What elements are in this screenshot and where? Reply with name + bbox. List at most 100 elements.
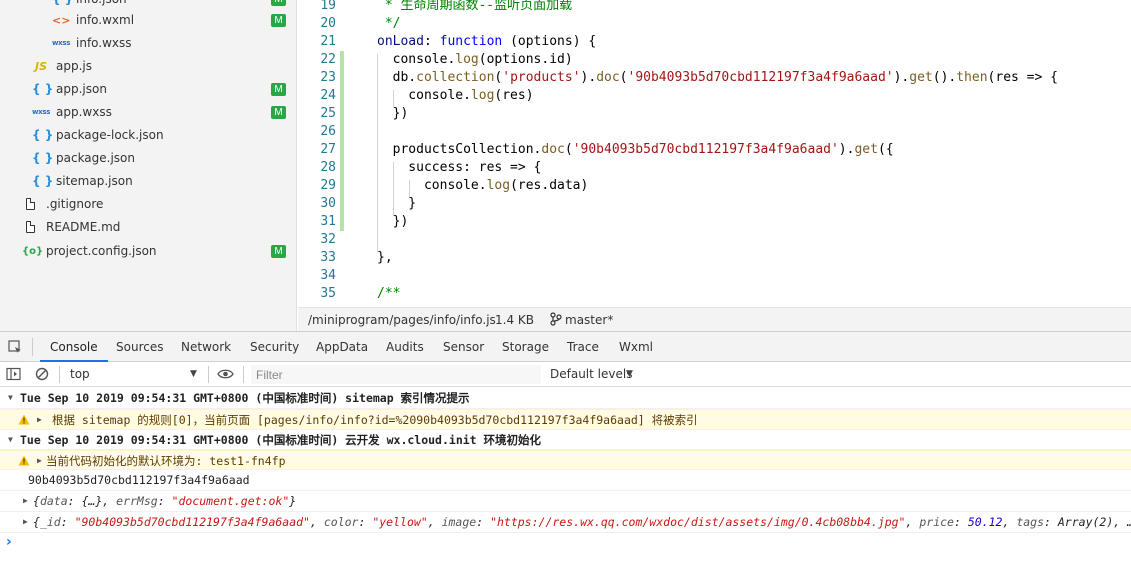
code-text: */ — [377, 15, 401, 33]
tab-appdata[interactable]: AppData — [316, 332, 368, 362]
code-line[interactable]: 22 console.log(options.id) — [298, 51, 1131, 69]
code-line[interactable]: 33}, — [298, 249, 1131, 267]
code-token: */ — [377, 16, 401, 31]
config-icon: {o} — [22, 246, 44, 257]
code-token: collection — [416, 70, 495, 85]
line-number: 23 — [320, 70, 336, 85]
git-change-marker — [340, 123, 344, 141]
console-group-header[interactable]: ▼ Tue Sep 10 2019 09:54:31 GMT+0800 (中国标… — [0, 430, 1131, 450]
code-token: (res.data) — [510, 178, 589, 193]
console-object-log[interactable]: ▶ {data: {…}, errMsg: "document.get:ok"} — [0, 491, 1131, 512]
sidebar-toggle-icon[interactable] — [6, 367, 21, 384]
tab-sources[interactable]: Sources — [116, 332, 163, 362]
file-tree-item[interactable]: { } package-lock.json — [0, 124, 296, 147]
object-preview: {data: {…}, errMsg: "document.get:ok"} — [33, 494, 297, 508]
file-tree-item[interactable]: { } app.json M — [0, 78, 296, 101]
code-line[interactable]: 29 console.log(res.data) — [298, 177, 1131, 195]
console-prompt[interactable]: › — [0, 533, 1131, 553]
code-line[interactable]: 27 productsCollection.doc('90b4093b5d70c… — [298, 141, 1131, 159]
code-line[interactable]: 21 onLoad: function (options) { — [298, 33, 1131, 51]
file-tree-item[interactable]: { } package.json — [0, 147, 296, 170]
line-number: 31 — [320, 214, 336, 229]
tab-sensor[interactable]: Sensor — [443, 332, 484, 362]
git-modified-badge: M — [271, 0, 286, 6]
log-levels-dropdown[interactable]: Default levels ▼ — [544, 365, 654, 384]
git-change-marker — [340, 69, 344, 87]
code-line[interactable]: 28 success: res => { — [298, 159, 1131, 177]
toolbar-divider — [59, 366, 60, 383]
wxss-icon: wxss — [52, 39, 71, 47]
file-name: app.js — [56, 59, 92, 73]
file-tree-item[interactable]: .gitignore — [0, 193, 296, 216]
inspect-element-icon[interactable] — [8, 340, 22, 354]
tab-security[interactable]: Security — [250, 332, 299, 362]
tab-wxml[interactable]: Wxml — [619, 332, 653, 362]
tab-console[interactable]: Console — [40, 332, 108, 362]
code-line[interactable]: 31 }) — [298, 213, 1131, 231]
tab-trace[interactable]: Trace — [567, 332, 599, 362]
clear-console-icon[interactable] — [35, 367, 49, 384]
context-selector[interactable]: top ▼ — [64, 365, 204, 384]
file-tree-item[interactable]: <> info.wxml M — [0, 9, 296, 32]
code-token: }) — [377, 214, 409, 229]
file-tree-item[interactable]: { } sitemap.json — [0, 170, 296, 193]
git-branch[interactable]: master* — [565, 308, 613, 332]
line-number: 20 — [320, 16, 336, 31]
code-token: productsCollection. — [377, 142, 542, 157]
file-name: info.wxml — [76, 13, 135, 27]
code-line[interactable]: 35 /** — [298, 285, 1131, 303]
file-tree: { }info.jsonM<>info.wxmlMwxssinfo.wxssJS… — [0, 0, 297, 331]
code-line[interactable]: 32 — [298, 231, 1131, 249]
code-line[interactable]: 30 } — [298, 195, 1131, 213]
file-tree-item[interactable]: wxss app.wxss M — [0, 101, 296, 124]
code-line[interactable]: 20 */ — [298, 15, 1131, 33]
log-levels-label: Default levels — [550, 367, 633, 381]
code-token: function — [439, 34, 503, 49]
tab-audits[interactable]: Audits — [386, 332, 424, 362]
log-message: 90b4093b5d70cbd112197f3a4f9a6aad — [28, 473, 250, 487]
file-tree-item[interactable]: README.md — [0, 216, 296, 239]
code-token: ({ — [877, 142, 894, 157]
tab-storage[interactable]: Storage — [502, 332, 549, 362]
code-text: } — [377, 195, 416, 213]
file-tree-item[interactable]: JS app.js — [0, 55, 296, 78]
git-modified-badge: M — [271, 245, 286, 258]
expand-triangle-icon[interactable]: ▶ — [37, 451, 42, 471]
git-change-marker — [340, 159, 344, 177]
console-log[interactable]: 90b4093b5d70cbd112197f3a4f9a6aad — [0, 470, 1131, 491]
code-line[interactable]: 23 db.collection('products').doc('90b409… — [298, 69, 1131, 87]
expand-triangle-icon[interactable]: ▶ — [23, 512, 28, 532]
code-text: console.log(res.data) — [377, 177, 588, 195]
console-warning[interactable]: ▶ 当前代码初始化的默认环境为: test1-fn4fp — [0, 450, 1131, 470]
expand-triangle-icon[interactable]: ▶ — [23, 491, 28, 511]
console-group-header[interactable]: ▼ Tue Sep 10 2019 09:54:31 GMT+0800 (中国标… — [0, 388, 1131, 409]
line-number: 34 — [320, 268, 336, 283]
code-text: productsCollection.doc('90b4093b5d70cbd1… — [377, 141, 894, 159]
code-token: then — [956, 70, 988, 85]
code-token: ( — [564, 142, 573, 157]
code-line[interactable]: 26 — [298, 123, 1131, 141]
code-editor[interactable]: 19 * 生命周期函数--监听页面加载 20 */21 onLoad: functi… — [298, 0, 1131, 307]
code-line[interactable]: 25 }) — [298, 105, 1131, 123]
git-change-marker — [340, 105, 344, 123]
file-tree-item[interactable]: wxss info.wxss — [0, 32, 296, 55]
code-line[interactable]: 24 console.log(res) — [298, 87, 1131, 105]
eye-icon[interactable] — [217, 368, 234, 383]
console-object-log[interactable]: ▶ {_id: "90b4093b5d70cbd112197f3a4f9a6aa… — [0, 512, 1131, 533]
expand-triangle-icon[interactable]: ▶ — [37, 410, 42, 430]
tab-network[interactable]: Network — [181, 332, 231, 362]
git-modified-badge: M — [271, 14, 286, 27]
collapse-triangle-icon: ▼ — [8, 435, 13, 444]
file-tree-item[interactable]: {o} project.config.json M — [0, 240, 296, 263]
console-warning[interactable]: ▶ 根据 sitemap 的规则[0]，当前页面 [pages/info/inf… — [0, 409, 1131, 430]
code-line[interactable]: 19 * 生命周期函数--监听页面加载 — [298, 0, 1131, 15]
line-number: 27 — [320, 142, 336, 157]
git-change-marker — [340, 87, 344, 105]
code-token: 'products' — [502, 70, 581, 85]
code-token: /** — [377, 286, 401, 301]
code-text: /** — [377, 285, 400, 303]
console-filter-input[interactable] — [251, 365, 541, 384]
code-line[interactable]: 34 — [298, 267, 1131, 285]
code-text: }) — [377, 105, 409, 123]
code-token: ). — [893, 70, 910, 85]
